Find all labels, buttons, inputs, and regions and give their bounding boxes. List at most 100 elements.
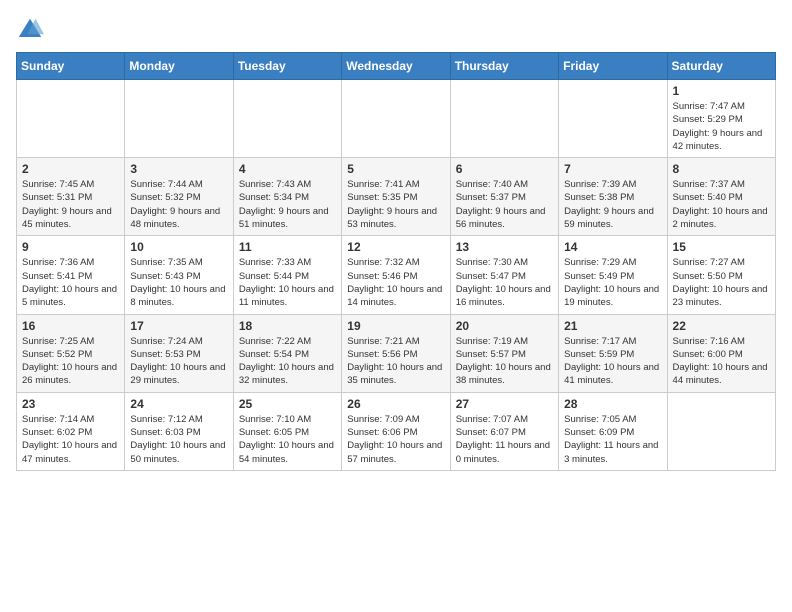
day-number: 9 [22,240,119,254]
day-number: 28 [564,397,661,411]
calendar-cell: 20Sunrise: 7:19 AM Sunset: 5:57 PM Dayli… [450,314,558,392]
day-number: 2 [22,162,119,176]
weekday-header-wednesday: Wednesday [342,53,450,80]
day-info: Sunrise: 7:05 AM Sunset: 6:09 PM Dayligh… [564,413,661,466]
day-info: Sunrise: 7:27 AM Sunset: 5:50 PM Dayligh… [673,256,770,309]
calendar-cell: 2 Sunrise: 7:45 AM Sunset: 5:31 PM Daylig… [17,158,125,236]
calendar-table: SundayMondayTuesdayWednesdayThursdayFrid… [16,52,776,471]
day-number: 13 [456,240,553,254]
day-number: 5 [347,162,444,176]
day-number: 18 [239,319,336,333]
calendar-cell: 10 Sunrise: 7:35 AM Sunset: 5:43 PM Dayli… [125,236,233,314]
calendar-cell: 1 Sunrise: 7:47 AM Sunset: 5:29 PM Daylig… [667,80,775,158]
day-number: 15 [673,240,770,254]
day-number: 22 [673,319,770,333]
day-number: 16 [22,319,119,333]
day-info: Sunrise: 7:29 AM Sunset: 5:49 PM Dayligh… [564,256,661,309]
calendar-cell [450,80,558,158]
day-number: 25 [239,397,336,411]
page-header [16,16,776,44]
day-info: Sunrise: 7:10 AM Sunset: 6:05 PM Dayligh… [239,413,336,466]
calendar-cell: 11 Sunrise: 7:33 AM Sunset: 5:44 PM Dayli… [233,236,341,314]
calendar-cell: 23 Sunrise: 7:14 AM Sunset: 6:02 PM Dayli… [17,392,125,470]
calendar-cell: 15 Sunrise: 7:27 AM Sunset: 5:50 PM Dayli… [667,236,775,314]
day-number: 26 [347,397,444,411]
day-info: Sunrise: 7:21 AM Sunset: 5:56 PM Dayligh… [347,335,444,388]
day-info: Sunrise: 7:43 AM Sunset: 5:34 PM Dayligh… [239,178,336,231]
day-info: Sunrise: 7:09 AM Sunset: 6:06 PM Dayligh… [347,413,444,466]
weekday-header-tuesday: Tuesday [233,53,341,80]
day-info: Sunrise: 7:30 AM Sunset: 5:47 PM Dayligh… [456,256,553,309]
week-row-2: 2 Sunrise: 7:45 AM Sunset: 5:31 PM Daylig… [17,158,776,236]
day-info: Sunrise: 7:22 AM Sunset: 5:54 PM Dayligh… [239,335,336,388]
day-number: 19 [347,319,444,333]
calendar-cell: 21 Sunrise: 7:17 AM Sunset: 5:59 PM Dayli… [559,314,667,392]
day-info: Sunrise: 7:25 AM Sunset: 5:52 PM Dayligh… [22,335,119,388]
calendar-cell: 25 Sunrise: 7:10 AM Sunset: 6:05 PM Dayli… [233,392,341,470]
weekday-header-monday: Monday [125,53,233,80]
day-info: Sunrise: 7:40 AM Sunset: 5:37 PM Dayligh… [456,178,553,231]
day-number: 17 [130,319,227,333]
calendar-cell: 13 Sunrise: 7:30 AM Sunset: 5:47 PM Dayli… [450,236,558,314]
day-number: 10 [130,240,227,254]
day-number: 27 [456,397,553,411]
calendar-cell: 19 Sunrise: 7:21 AM Sunset: 5:56 PM Dayli… [342,314,450,392]
day-info: Sunrise: 7:45 AM Sunset: 5:31 PM Dayligh… [22,178,119,231]
day-number: 8 [673,162,770,176]
day-number: 7 [564,162,661,176]
weekday-header-sunday: Sunday [17,53,125,80]
day-info: Sunrise: 7:47 AM Sunset: 5:29 PM Dayligh… [673,100,770,153]
day-number: 21 [564,319,661,333]
week-row-3: 9Sunrise: 7:36 AM Sunset: 5:41 PM Daylig… [17,236,776,314]
day-info: Sunrise: 7:33 AM Sunset: 5:44 PM Dayligh… [239,256,336,309]
calendar-cell: 18 Sunrise: 7:22 AM Sunset: 5:54 PM Dayli… [233,314,341,392]
calendar-cell [559,80,667,158]
calendar-cell: 3 Sunrise: 7:44 AM Sunset: 5:32 PM Daylig… [125,158,233,236]
day-info: Sunrise: 7:44 AM Sunset: 5:32 PM Dayligh… [130,178,227,231]
day-number: 23 [22,397,119,411]
day-number: 20 [456,319,553,333]
weekday-header-thursday: Thursday [450,53,558,80]
day-info: Sunrise: 7:41 AM Sunset: 5:35 PM Dayligh… [347,178,444,231]
day-info: Sunrise: 7:39 AM Sunset: 5:38 PM Dayligh… [564,178,661,231]
logo [16,16,48,44]
calendar-cell: 17 Sunrise: 7:24 AM Sunset: 5:53 PM Dayli… [125,314,233,392]
calendar-cell: 8 Sunrise: 7:37 AM Sunset: 5:40 PM Daylig… [667,158,775,236]
weekday-header-friday: Friday [559,53,667,80]
day-info: Sunrise: 7:07 AM Sunset: 6:07 PM Dayligh… [456,413,553,466]
day-info: Sunrise: 7:32 AM Sunset: 5:46 PM Dayligh… [347,256,444,309]
day-info: Sunrise: 7:17 AM Sunset: 5:59 PM Dayligh… [564,335,661,388]
calendar-cell: 4Sunrise: 7:43 AM Sunset: 5:34 PM Daylig… [233,158,341,236]
day-info: Sunrise: 7:35 AM Sunset: 5:43 PM Dayligh… [130,256,227,309]
calendar-cell [233,80,341,158]
calendar-cell: 14 Sunrise: 7:29 AM Sunset: 5:49 PM Dayli… [559,236,667,314]
day-info: Sunrise: 7:12 AM Sunset: 6:03 PM Dayligh… [130,413,227,466]
calendar-cell: 22 Sunrise: 7:16 AM Sunset: 6:00 PM Dayli… [667,314,775,392]
week-row-4: 16 Sunrise: 7:25 AM Sunset: 5:52 PM Dayli… [17,314,776,392]
calendar-cell: 24 Sunrise: 7:12 AM Sunset: 6:03 PM Dayli… [125,392,233,470]
day-info: Sunrise: 7:16 AM Sunset: 6:00 PM Dayligh… [673,335,770,388]
day-number: 3 [130,162,227,176]
weekday-header-saturday: Saturday [667,53,775,80]
day-info: Sunrise: 7:37 AM Sunset: 5:40 PM Dayligh… [673,178,770,231]
logo-icon [16,16,44,44]
day-number: 12 [347,240,444,254]
calendar-cell [17,80,125,158]
day-number: 14 [564,240,661,254]
day-info: Sunrise: 7:14 AM Sunset: 6:02 PM Dayligh… [22,413,119,466]
calendar-cell [125,80,233,158]
calendar-cell: 28 Sunrise: 7:05 AM Sunset: 6:09 PM Dayli… [559,392,667,470]
day-number: 24 [130,397,227,411]
calendar-cell: 9Sunrise: 7:36 AM Sunset: 5:41 PM Daylig… [17,236,125,314]
week-row-5: 23 Sunrise: 7:14 AM Sunset: 6:02 PM Dayli… [17,392,776,470]
calendar-cell: 5 Sunrise: 7:41 AM Sunset: 5:35 PM Daylig… [342,158,450,236]
week-row-1: 1 Sunrise: 7:47 AM Sunset: 5:29 PM Daylig… [17,80,776,158]
day-number: 1 [673,84,770,98]
calendar-cell: 27 Sunrise: 7:07 AM Sunset: 6:07 PM Dayli… [450,392,558,470]
calendar-cell [342,80,450,158]
day-info: Sunrise: 7:24 AM Sunset: 5:53 PM Dayligh… [130,335,227,388]
calendar-cell: 12 Sunrise: 7:32 AM Sunset: 5:46 PM Dayli… [342,236,450,314]
day-number: 11 [239,240,336,254]
calendar-cell: 16 Sunrise: 7:25 AM Sunset: 5:52 PM Dayli… [17,314,125,392]
calendar-cell: 26 Sunrise: 7:09 AM Sunset: 6:06 PM Dayli… [342,392,450,470]
